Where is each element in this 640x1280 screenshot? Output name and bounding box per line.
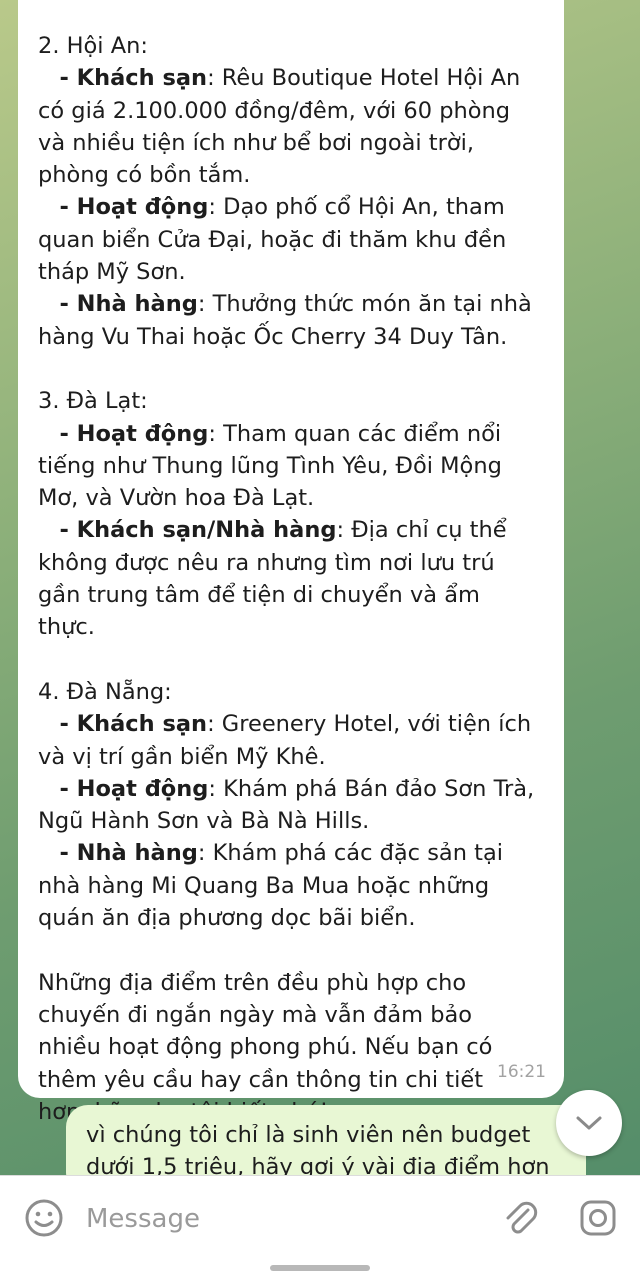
message-timestamp: 16:21 bbox=[497, 1061, 546, 1082]
message-line-heading: - Nhà hàng bbox=[59, 840, 198, 867]
message-line-text: chuyến đi ngắn ngày mà vẫn đảm bảo bbox=[38, 1001, 473, 1028]
message-line-text: quán ăn địa phương dọc bãi biển. bbox=[38, 905, 416, 932]
attach-button[interactable] bbox=[498, 1196, 542, 1240]
message-line: - Khách sạn: Greenery Hotel, với tiện íc… bbox=[38, 708, 544, 740]
message-line: không được nêu ra nhưng tìm nơi lưu trú bbox=[38, 547, 544, 579]
message-line: chuyến đi ngắn ngày mà vẫn đảm bảo bbox=[38, 999, 544, 1031]
message-line-text: : Tham quan các điểm nổi bbox=[208, 420, 502, 447]
message-text: 2. Hội An: - Khách sạn: Rêu Boutique Hot… bbox=[38, 30, 544, 1128]
message-line: - Nhà hàng: Thưởng thức món ăn tại nhà bbox=[38, 288, 544, 320]
message-line-text: : Khám phá Bán đảo Sơn Trà, bbox=[208, 775, 535, 802]
message-line: quan biển Cửa Đại, hoặc đi thăm khu đền bbox=[38, 224, 544, 256]
emoji-icon bbox=[25, 1199, 63, 1237]
message-line-text: 2. Hội An: bbox=[38, 33, 148, 59]
message-line-text: nhiều hoạt động phong phú. Nếu bạn có bbox=[38, 1034, 493, 1061]
message-line: gần trung tâm để tiện di chuyển và ẩm bbox=[38, 579, 544, 611]
outgoing-message-text: vì chúng tôi chỉ là sinh viên nên budget… bbox=[86, 1119, 566, 1184]
message-line: tháp Mỹ Sơn. bbox=[38, 256, 544, 288]
message-line: - Nhà hàng: Khám phá các đặc sản tại bbox=[38, 837, 544, 869]
message-input-bar bbox=[0, 1175, 640, 1260]
chat-background: 2. Hội An: - Khách sạn: Rêu Boutique Hot… bbox=[0, 0, 640, 1195]
message-line: - Khách sạn: Rêu Boutique Hotel Hội An bbox=[38, 62, 544, 94]
message-line: 2. Hội An: bbox=[38, 30, 544, 62]
message-line-text: không được nêu ra nhưng tìm nơi lưu trú bbox=[38, 549, 495, 576]
message-line-text: và vị trí gần biển Mỹ Khê. bbox=[38, 743, 326, 770]
message-line: phòng có bồn tắm. bbox=[38, 159, 544, 191]
message-line-heading: - Khách sạn/Nhà hàng bbox=[59, 517, 337, 544]
message-line: - Khách sạn/Nhà hàng: Địa chỉ cụ thể bbox=[38, 514, 544, 546]
message-line-text: thực. bbox=[38, 614, 95, 641]
message-line: thêm yêu cầu hay cần thông tin chi tiết bbox=[38, 1064, 544, 1096]
message-line-text: thêm yêu cầu hay cần thông tin chi tiết bbox=[38, 1066, 484, 1093]
message-line: Ngũ Hành Sơn và Bà Nà Hills. bbox=[38, 805, 544, 837]
scroll-to-bottom-button[interactable] bbox=[556, 1090, 622, 1156]
camera-icon bbox=[580, 1200, 616, 1236]
message-line: hàng Vu Thai hoặc Ốc Cherry 34 Duy Tân. bbox=[38, 321, 544, 353]
emoji-button[interactable] bbox=[22, 1196, 66, 1240]
message-line-heading: - Khách sạn bbox=[59, 711, 208, 738]
system-navigation-bar bbox=[0, 1259, 640, 1280]
message-line-heading: - Khách sạn bbox=[59, 65, 208, 92]
chevron-down-icon bbox=[576, 1116, 602, 1130]
message-line-text: Ngũ Hành Sơn và Bà Nà Hills. bbox=[38, 808, 370, 835]
message-line-text: : Khám phá các đặc sản tại bbox=[197, 840, 503, 867]
message-line: quán ăn địa phương dọc bãi biển. bbox=[38, 902, 544, 934]
message-line-text: và nhiều tiện ích như bể bơi ngoài trời, bbox=[38, 129, 475, 156]
message-line-text: có giá 2.100.000 đồng/đêm, với 60 phòng bbox=[38, 97, 511, 124]
message-line: và nhiều tiện ích như bể bơi ngoài trời, bbox=[38, 127, 544, 159]
message-line: - Hoạt động: Khám phá Bán đảo Sơn Trà, bbox=[38, 773, 544, 805]
message-line: 3. Đà Lạt: bbox=[38, 385, 544, 417]
message-line: và vị trí gần biển Mỹ Khê. bbox=[38, 741, 544, 773]
incoming-message-bubble: 2. Hội An: - Khách sạn: Rêu Boutique Hot… bbox=[18, 0, 564, 1125]
message-line-text: 3. Đà Lạt: bbox=[38, 388, 148, 415]
message-line: nhà hàng Mi Quang Ba Mua hoặc những bbox=[38, 870, 544, 902]
message-line-text: gần trung tâm để tiện di chuyển và ẩm bbox=[38, 582, 480, 609]
message-line: nhiều hoạt động phong phú. Nếu bạn có bbox=[38, 1031, 544, 1063]
message-line-text: phòng có bồn tắm. bbox=[38, 162, 251, 189]
message-line-text: quan biển Cửa Đại, hoặc đi thăm khu đền bbox=[38, 226, 507, 253]
message-line-heading: - Hoạt động bbox=[59, 420, 209, 447]
message-line-text: Mơ, và Vườn hoa Đà Lạt. bbox=[38, 485, 315, 512]
message-line-text: hàng Vu Thai hoặc Ốc Cherry 34 Duy Tân. bbox=[38, 323, 508, 350]
home-indicator[interactable] bbox=[270, 1265, 370, 1271]
message-line: - Hoạt động: Tham quan các điểm nổi bbox=[38, 418, 544, 450]
message-line: Những địa điểm trên đều phù hợp cho bbox=[38, 967, 544, 999]
message-line: có giá 2.100.000 đồng/đêm, với 60 phòng bbox=[38, 95, 544, 127]
message-line-text: : Dạo phố cổ Hội An, tham bbox=[208, 194, 505, 221]
message-line-text: : Rêu Boutique Hotel Hội An bbox=[207, 65, 521, 92]
camera-button[interactable] bbox=[576, 1196, 620, 1240]
message-line-text: tháp Mỹ Sơn. bbox=[38, 259, 186, 286]
message-input[interactable] bbox=[84, 1196, 488, 1242]
message-line: - Hoạt động: Dạo phố cổ Hội An, tham bbox=[38, 191, 544, 223]
message-line-text: Những địa điểm trên đều phù hợp cho bbox=[38, 969, 467, 996]
message-line-text: : Greenery Hotel, với tiện ích bbox=[207, 711, 532, 738]
message-line-text: tiếng như Thung lũng Tình Yêu, Đồi Mộng bbox=[38, 452, 502, 479]
message-line: Mơ, và Vườn hoa Đà Lạt. bbox=[38, 482, 544, 514]
paperclip-icon bbox=[506, 1201, 538, 1234]
message-line-text: 4. Đà Nẵng: bbox=[38, 678, 172, 705]
outgoing-message-line: vì chúng tôi chỉ là sinh viên nên budget bbox=[86, 1122, 531, 1148]
message-line: thực. bbox=[38, 611, 544, 643]
message-line-heading: - Hoạt động bbox=[59, 194, 209, 221]
message-line: tiếng như Thung lũng Tình Yêu, Đồi Mộng bbox=[38, 450, 544, 482]
message-line-text: : Thưởng thức món ăn tại nhà bbox=[197, 291, 532, 318]
message-line-heading: - Hoạt động bbox=[59, 775, 209, 802]
message-line-heading: - Nhà hàng bbox=[59, 291, 198, 318]
message-line: 4. Đà Nẵng: bbox=[38, 676, 544, 708]
message-line-text: : Địa chỉ cụ thể bbox=[336, 517, 507, 544]
message-line-text: nhà hàng Mi Quang Ba Mua hoặc những bbox=[38, 872, 490, 899]
